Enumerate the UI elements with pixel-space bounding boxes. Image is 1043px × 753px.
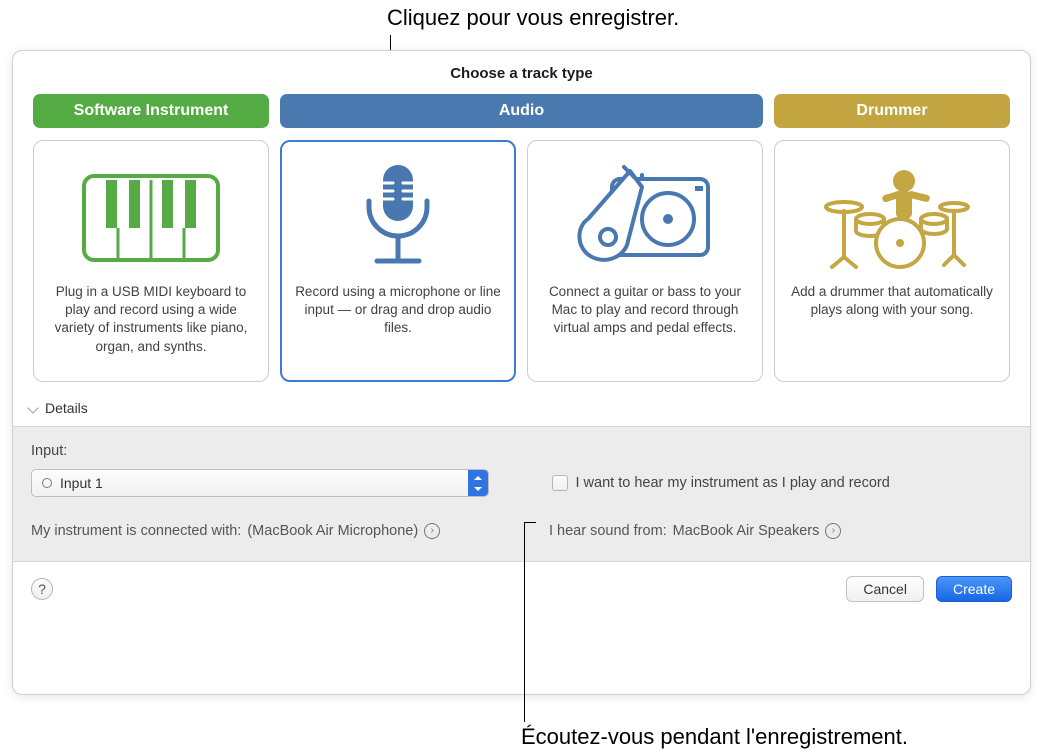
output-prefix: I hear sound from: — [549, 523, 667, 539]
connected-device: (MacBook Air Microphone) — [247, 523, 418, 539]
track-type-dialog: Choose a track type Software Instrument … — [12, 50, 1031, 695]
select-stepper-icon — [468, 470, 488, 496]
card-drummer[interactable]: Add a drummer that automatically plays a… — [774, 140, 1010, 382]
card-audio-guitar[interactable]: Connect a guitar or bass to your Mac to … — [527, 140, 763, 382]
track-type-tabs: Software Instrument Audio Drummer — [13, 94, 1030, 128]
callout-line — [524, 522, 536, 523]
track-cards: Plug in a USB MIDI keyboard to play and … — [13, 128, 1030, 382]
output-device-link[interactable]: I hear sound from: MacBook Air Speakers … — [549, 523, 1012, 539]
details-panel: Input: Input 1 I want to hear — [13, 426, 1030, 562]
create-button[interactable]: Create — [936, 576, 1012, 602]
tab-audio[interactable]: Audio — [280, 94, 763, 128]
card-software-instrument[interactable]: Plug in a USB MIDI keyboard to play and … — [33, 140, 269, 382]
input-select[interactable]: Input 1 — [31, 469, 489, 497]
dialog-footer: ? Cancel Create — [13, 562, 1030, 616]
drummer-icon — [812, 159, 972, 277]
monitor-checkbox-row[interactable]: I want to hear my instrument as I play a… — [552, 469, 1013, 497]
checkbox-icon — [552, 475, 568, 491]
tab-drummer[interactable]: Drummer — [774, 94, 1010, 128]
card-description: Record using a microphone or line input … — [295, 283, 501, 338]
connected-prefix: My instrument is connected with: — [31, 523, 241, 539]
chevron-down-icon — [27, 402, 38, 413]
monitor-label: I want to hear my instrument as I play a… — [576, 475, 890, 491]
card-description: Connect a guitar or bass to your Mac to … — [542, 283, 748, 338]
details-disclosure[interactable]: Details — [13, 382, 1030, 426]
arrow-right-circle-icon: › — [825, 523, 841, 539]
annotation-bottom: Écoutez-vous pendant l'enregistrement. — [521, 724, 908, 750]
card-audio-mic[interactable]: Record using a microphone or line input … — [280, 140, 516, 382]
annotation-top: Cliquez pour vous enregistrer. — [387, 5, 679, 31]
callout-line — [524, 522, 525, 722]
card-description: Add a drummer that automatically plays a… — [789, 283, 995, 319]
input-device-link[interactable]: My instrument is connected with: (MacBoo… — [31, 523, 489, 539]
help-button[interactable]: ? — [31, 578, 53, 600]
microphone-icon — [343, 159, 453, 277]
mono-icon — [42, 478, 52, 488]
arrow-right-circle-icon: › — [424, 523, 440, 539]
keyboard-icon — [76, 159, 226, 277]
tab-software-instrument[interactable]: Software Instrument — [33, 94, 269, 128]
output-device: MacBook Air Speakers — [673, 523, 820, 539]
card-description: Plug in a USB MIDI keyboard to play and … — [48, 283, 254, 356]
input-value: Input 1 — [60, 475, 103, 491]
guitar-amp-icon — [570, 159, 720, 277]
input-label: Input: — [31, 443, 1012, 459]
details-label: Details — [45, 400, 88, 416]
dialog-title: Choose a track type — [13, 51, 1030, 94]
cancel-button[interactable]: Cancel — [846, 576, 924, 602]
